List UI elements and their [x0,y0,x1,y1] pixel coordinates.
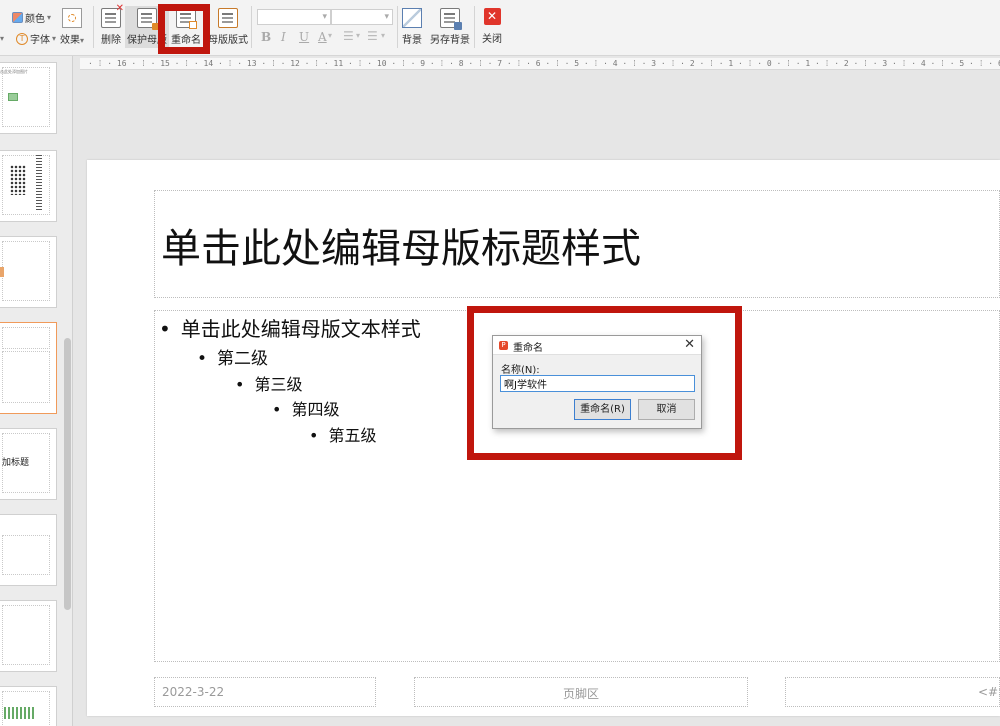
thumbnail-5[interactable]: 加标题 [0,428,57,500]
background-button[interactable]: 背景 [402,8,422,46]
effect-label: 效果▾ [60,35,85,46]
delete-label: 删除 [101,35,121,46]
bullet-level-2: • 第二级 [197,349,269,369]
ribbon-separator [93,6,94,48]
effect-icon [62,8,82,28]
color-button[interactable]: 颜色 ▾ [12,10,51,25]
thumbnail-7[interactable] [0,600,57,672]
thumbnail-text: 击此处添加图片 [0,69,28,74]
slide-title: 单击此处编辑母版标题样式 [161,226,641,272]
background-label: 背景 [402,35,422,46]
dialog-titlebar[interactable]: P 重命名 ✕ [493,336,701,355]
name-label: 名称(N): [501,365,540,376]
close-label: 关闭 [482,34,502,45]
font-size-dropdown[interactable] [331,9,393,25]
ribbon-separator [397,6,398,48]
font-label: 字体 [30,35,51,46]
ruler-ticks: · ⁞ · 16 · ⁞ · 15 · ⁞ · 14 · ⁞ · 13 · ⁞ … [88,59,1000,68]
page-number-text: <#> [978,685,1000,699]
bullet-list-icon[interactable]: ☰ [343,29,354,43]
font-color-button[interactable]: A [318,30,327,44]
save-background-icon [440,8,462,30]
ribbon-toolbar: 颜色▾ ▾ T 字体▾ 效果▾ ✕ 删除 保护母版 重命名 母版版式 B [0,0,1000,56]
dialog-close-icon[interactable]: ✕ [684,337,695,352]
layout-icon [218,8,238,28]
rename-highlight-box [158,4,210,54]
page-number-placeholder[interactable] [785,677,1000,707]
ribbon-separator [474,6,475,48]
thumbnail-3[interactable] [0,236,57,308]
save-background-button[interactable]: 另存背景 [430,8,470,46]
bullet-level-4: • 第四级 [272,400,340,419]
master-layout-label: 母版版式 [208,35,248,46]
bullet-level-5: • 第五级 [309,426,377,445]
rename-dialog: P 重命名 ✕ 名称(N): 重命名(R) 取消 [492,335,702,429]
italic-button[interactable]: I [281,30,286,44]
ribbon-separator [251,6,252,48]
wps-app-icon: P [499,341,508,350]
dialog-title: 重命名 [513,343,543,354]
thumbnail-1[interactable]: 击此处添加图片 [0,62,57,134]
delete-slide-icon: ✕ [101,3,124,28]
thumbnail-6[interactable] [0,514,57,586]
slide-thumbnail-panel: 击此处添加图片 加标题 [0,56,73,726]
palette-icon [12,12,23,23]
background-icon [402,8,422,28]
numbered-list-icon[interactable]: ☰ [367,29,378,43]
delete-button[interactable]: ✕ 删除 [101,3,124,46]
thumbnail-8[interactable] [0,686,57,726]
footer-text: 页脚区 [563,687,600,701]
underline-button[interactable]: U [299,30,309,44]
horizontal-ruler: · ⁞ · 16 · ⁞ · 15 · ⁞ · 14 · ⁞ · 13 · ⁞ … [80,58,1000,70]
image-placeholder-icon [8,93,18,101]
date-text: 2022-3-22 [162,685,225,699]
bold-button[interactable]: B [261,30,271,44]
effect-button[interactable]: 效果▾ [60,8,84,46]
font-family-dropdown[interactable] [257,9,331,25]
thumbnail-4-selected[interactable] [0,322,57,414]
protect-master-icon [137,8,159,30]
font-icon: T [16,32,29,45]
font-button[interactable]: ▾ T 字体 ▾ [0,31,56,46]
cancel-button[interactable]: 取消 [638,399,695,420]
name-input[interactable] [500,375,695,392]
thumbnail-scrollbar-thumb[interactable] [64,338,71,610]
master-layout-button[interactable]: 母版版式 [208,8,248,46]
thumbnail-2[interactable] [0,150,57,222]
rename-confirm-button[interactable]: 重命名(R) [574,399,631,420]
bullet-level-1: • 单击此处编辑母版文本样式 [159,317,421,341]
bullet-level-3: • 第三级 [235,375,303,394]
thumbnail-text: 加标题 [2,458,30,468]
scatter-icon [10,165,26,195]
close-icon: ✕ [483,8,501,25]
color-label: 颜色 [25,14,45,25]
close-master-button[interactable]: ✕ 关闭 [482,8,502,45]
save-background-label: 另存背景 [430,35,470,46]
